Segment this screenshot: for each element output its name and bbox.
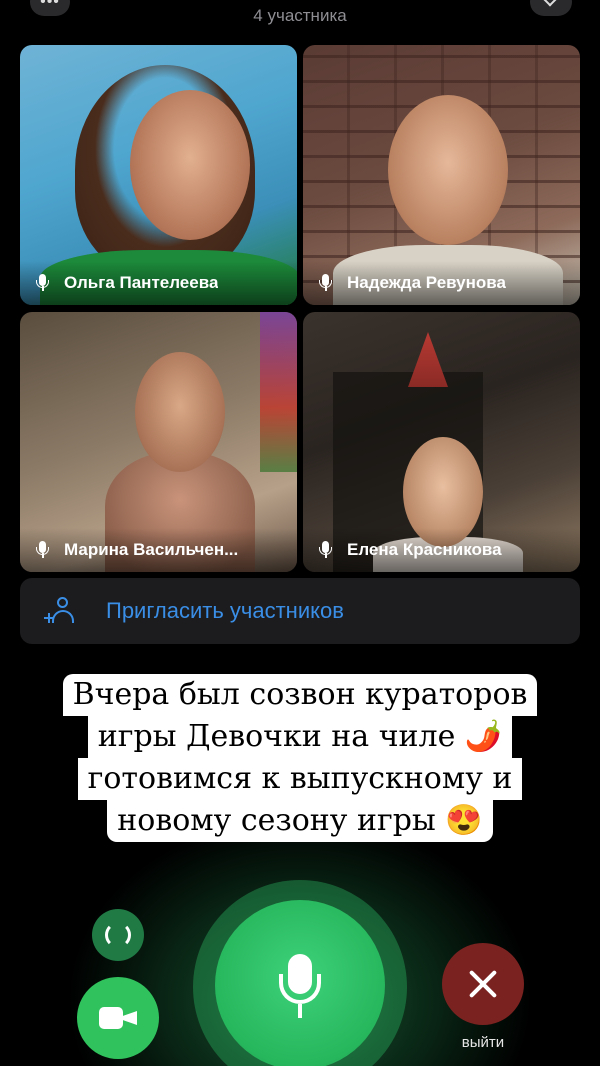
chevron-down-icon [541, 0, 559, 7]
participants-count: 4 участника [253, 6, 347, 25]
caption-line: Вчера был созвон кураторов [62, 674, 538, 716]
call-header: ••• 4 участника [0, 0, 600, 36]
story-caption: Вчера был созвон кураторов игры Девочки … [0, 674, 600, 842]
microphone-icon [36, 541, 49, 559]
microphone-icon [277, 954, 323, 1024]
mute-toggle-button[interactable] [215, 900, 385, 1066]
participant-tile[interactable]: Марина Васильчен... [20, 312, 297, 572]
participant-tile[interactable]: Елена Красникова [303, 312, 580, 572]
leave-call-button[interactable] [442, 943, 524, 1025]
flip-camera-icon [105, 922, 131, 948]
invite-label: Пригласить участников [106, 598, 344, 623]
participant-label: Ольга Пантелеева [20, 261, 297, 305]
microphone-icon [319, 541, 332, 559]
video-toggle-button[interactable] [77, 977, 159, 1059]
caption-line: игры Девочки на чиле 🌶️ [87, 716, 513, 758]
invite-participants-button[interactable]: Пригласить участников [20, 578, 580, 644]
caption-line: новому сезону игры 😍 [107, 800, 493, 842]
participant-label: Надежда Ревунова [303, 261, 580, 305]
video-feed [260, 312, 297, 472]
participant-label: Марина Васильчен... [20, 528, 297, 572]
microphone-icon [319, 274, 332, 292]
participant-label: Елена Красникова [303, 528, 580, 572]
participant-tile[interactable]: Надежда Ревунова [303, 45, 580, 305]
microphone-icon [36, 274, 49, 292]
participant-name: Ольга Пантелеева [64, 273, 219, 292]
close-icon [467, 968, 499, 1000]
caption-line: готовимся к выпускному и [77, 758, 523, 800]
minimize-button[interactable] [530, 0, 572, 16]
participant-name: Елена Красникова [347, 540, 502, 559]
add-person-icon [44, 595, 76, 627]
flip-camera-button[interactable] [92, 909, 144, 961]
participant-tile[interactable]: Ольга Пантелеева [20, 45, 297, 305]
participant-name: Марина Васильчен... [64, 540, 239, 559]
leave-label: выйти [461, 1034, 505, 1051]
video-camera-icon [99, 1005, 137, 1031]
participant-name: Надежда Ревунова [347, 273, 506, 292]
